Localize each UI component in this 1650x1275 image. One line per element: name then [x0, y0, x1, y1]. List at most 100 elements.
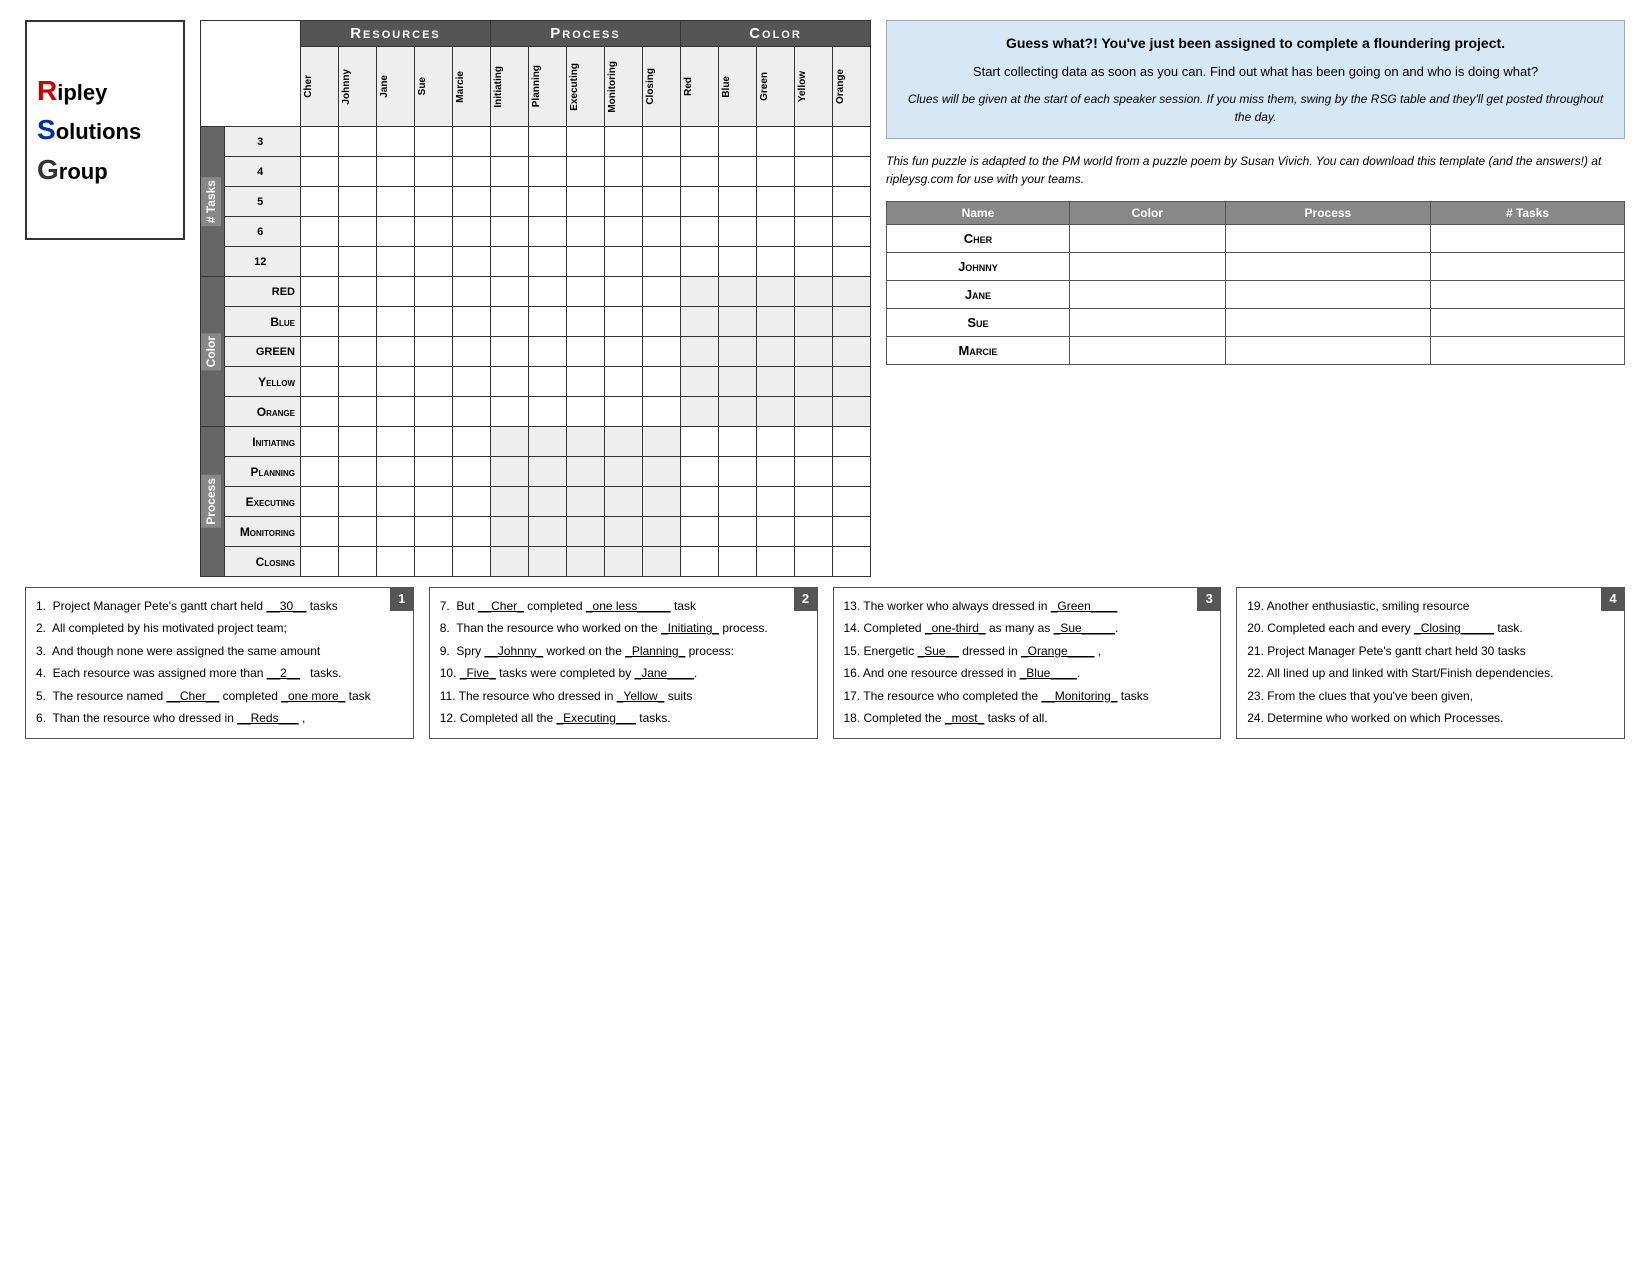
top-section: Ripley Solutions Group Resources Process…: [25, 20, 1625, 577]
info-panel: Guess what?! You've just been assigned t…: [886, 20, 1625, 365]
col-johnny: Johnny: [339, 47, 377, 127]
table-row: Orange: [201, 397, 871, 427]
table-row: Process Initiating: [201, 427, 871, 457]
logo-line2-text: olutions: [56, 119, 142, 144]
answer-color-johnny: [1069, 252, 1225, 280]
answer-col-name: Name: [887, 201, 1070, 224]
color-section-label: Color: [201, 277, 225, 427]
col-closing: Closing: [643, 47, 681, 127]
clue-3-6: 18. Completed the _most_ tasks of all.: [844, 708, 1211, 728]
col-marcie: Marcie: [453, 47, 491, 127]
clue-2-1: 7. But __Cher_ completed _one less_____ …: [440, 596, 807, 616]
answer-tasks-marcie: [1431, 336, 1625, 364]
task-row-12: 12: [225, 247, 301, 277]
col-green: Green: [757, 47, 795, 127]
color-row-green: Green: [225, 337, 301, 367]
table-row: Monitoring: [201, 517, 871, 547]
answer-process-cher: [1225, 224, 1430, 252]
answer-color-marcie: [1069, 336, 1225, 364]
logo-line3: Group: [37, 150, 173, 189]
table-row: Green: [201, 337, 871, 367]
answer-process-johnny: [1225, 252, 1430, 280]
resources-header: Resources: [301, 21, 491, 47]
color-row-orange: Orange: [225, 397, 301, 427]
task-row-3: 3: [225, 127, 301, 157]
answer-tasks-cher: [1431, 224, 1625, 252]
clue-2-5: 11. The resource who dressed in _Yellow_…: [440, 686, 807, 706]
info-title: Guess what?! You've just been assigned t…: [902, 33, 1609, 54]
logo-line1: Ripley: [37, 71, 173, 110]
answer-row-johnny: Johnny: [887, 252, 1625, 280]
col-red: Red: [681, 47, 719, 127]
clue-3-1: 13. The worker who always dressed in _Gr…: [844, 596, 1211, 616]
answer-col-tasks: # Tasks: [1431, 201, 1625, 224]
info-blue-box: Guess what?! You've just been assigned t…: [886, 20, 1625, 139]
clue-1-3: 3. And though none were assigned the sam…: [36, 641, 403, 661]
answer-name-johnny: Johnny: [887, 252, 1070, 280]
answer-name-marcie: Marcie: [887, 336, 1070, 364]
col-cher: Cher: [301, 47, 339, 127]
info-body1: Start collecting data as soon as you can…: [902, 62, 1609, 82]
table-row: 12: [201, 247, 871, 277]
answer-process-jane: [1225, 280, 1430, 308]
col-executing: Executing: [567, 47, 605, 127]
info-body2: Clues will be given at the start of each…: [902, 90, 1609, 126]
answer-tasks-sue: [1431, 308, 1625, 336]
answer-color-sue: [1069, 308, 1225, 336]
task-row-5: 5: [225, 187, 301, 217]
answer-tasks-johnny: [1431, 252, 1625, 280]
process-header: Process: [491, 21, 681, 47]
clue-4-6: 24. Determine who worked on which Proces…: [1247, 708, 1614, 728]
answer-table: Name Color Process # Tasks Cher: [886, 201, 1625, 365]
logo-line1-text: ipley: [57, 80, 107, 105]
clue-3-5: 17. The resource who completed the __Mon…: [844, 686, 1211, 706]
page: Ripley Solutions Group Resources Process…: [0, 0, 1650, 1275]
col-monitoring: Monitoring: [605, 47, 643, 127]
clue-badge-3: 3: [1197, 587, 1221, 611]
color-header: Color: [681, 21, 871, 47]
answer-col-process: Process: [1225, 201, 1430, 224]
table-row: Color Red: [201, 277, 871, 307]
table-row: 5: [201, 187, 871, 217]
col-planning: Planning: [529, 47, 567, 127]
main-grid: Resources Process Color Cher Johnny Jane…: [200, 20, 871, 577]
logo-area: Ripley Solutions Group: [25, 20, 185, 240]
clue-1-1: 1. Project Manager Pete's gantt chart he…: [36, 596, 403, 616]
clue-1-5: 5. The resource named __Cher__ completed…: [36, 686, 403, 706]
process-row-executing: Executing: [225, 487, 301, 517]
clues-section: 1 1. Project Manager Pete's gantt chart …: [25, 587, 1625, 739]
answer-table-wrapper: Name Color Process # Tasks Cher: [886, 201, 1625, 365]
task-row-4: 4: [225, 157, 301, 187]
process-row-closing: Closing: [225, 547, 301, 577]
color-row-yellow: Yellow: [225, 367, 301, 397]
clue-box-2: 2 7. But __Cher_ completed _one less____…: [429, 587, 818, 739]
logo-s: S: [37, 114, 56, 145]
clue-badge-2: 2: [794, 587, 818, 611]
color-row-red: Red: [225, 277, 301, 307]
task-row-6: 6: [225, 217, 301, 247]
col-initiating: Initiating: [491, 47, 529, 127]
answer-name-jane: Jane: [887, 280, 1070, 308]
answer-color-cher: [1069, 224, 1225, 252]
logo-line3-text: roup: [59, 159, 108, 184]
process-section-label: Process: [201, 427, 225, 577]
answer-process-marcie: [1225, 336, 1430, 364]
answer-tasks-jane: [1431, 280, 1625, 308]
clue-3-2: 14. Completed _one-third_ as many as _Su…: [844, 618, 1211, 638]
answer-color-jane: [1069, 280, 1225, 308]
clue-4-3: 21. Project Manager Pete's gantt chart h…: [1247, 641, 1614, 661]
logo-g: G: [37, 154, 59, 185]
answer-row-marcie: Marcie: [887, 336, 1625, 364]
col-orange: Orange: [833, 47, 871, 127]
process-row-initiating: Initiating: [225, 427, 301, 457]
answer-process-sue: [1225, 308, 1430, 336]
table-row: Closing: [201, 547, 871, 577]
table-row: Planning: [201, 457, 871, 487]
answer-name-cher: Cher: [887, 224, 1070, 252]
info-italic: This fun puzzle is adapted to the PM wor…: [886, 152, 1625, 188]
col-jane: Jane: [377, 47, 415, 127]
clue-badge-1: 1: [390, 587, 414, 611]
clue-box-4: 4 19. Another enthusiastic, smiling reso…: [1236, 587, 1625, 739]
clue-3-4: 16. And one resource dressed in _Blue___…: [844, 663, 1211, 683]
tasks-section-label: # Tasks: [201, 127, 225, 277]
